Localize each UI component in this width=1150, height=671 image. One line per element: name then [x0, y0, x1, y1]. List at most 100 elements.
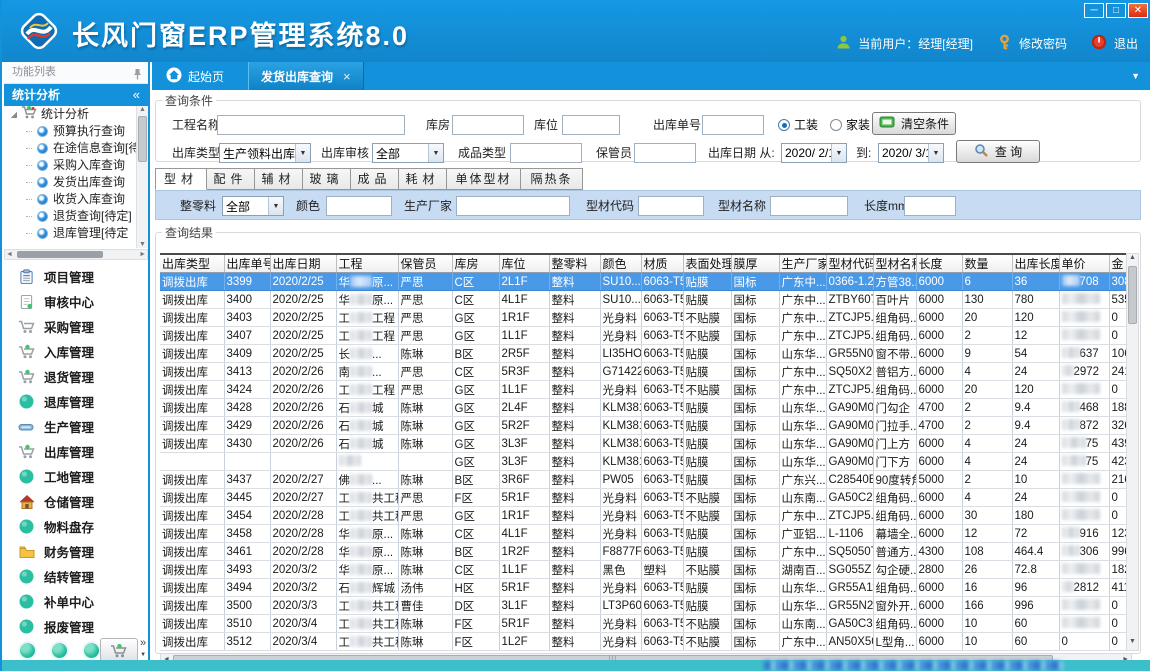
scroll-up-arrow[interactable] — [1127, 254, 1138, 265]
column-header[interactable]: 型材名称 — [873, 254, 916, 273]
date-from-picker[interactable]: 2020/ 2/16 ▼ — [781, 143, 847, 163]
change-password-link[interactable]: 修改密码 — [1019, 35, 1067, 52]
stats-section-header[interactable]: 统计分析 « — [4, 84, 148, 106]
tree-item-2[interactable]: 在途信息查询[待 — [4, 140, 148, 157]
footer-dot-icon[interactable] — [52, 643, 67, 658]
tab-shipping-outbound-query[interactable]: 发货出库查询 × — [248, 62, 364, 90]
module-item-13[interactable]: 结转管理 — [4, 564, 148, 589]
column-header[interactable]: 库房 — [452, 254, 499, 273]
scroll-left-arrow[interactable] — [6, 251, 13, 258]
column-header[interactable]: 数量 — [962, 254, 1012, 273]
module-item-10[interactable]: 仓储管理 — [4, 489, 148, 514]
module-item-7[interactable]: 生产管理 — [4, 414, 148, 439]
warehouse-input[interactable] — [452, 115, 524, 135]
footer-cart-button[interactable] — [100, 638, 138, 662]
radio-industrial[interactable]: 工装 — [778, 115, 818, 135]
table-row[interactable]: 调拨出库34282020/2/26石城陈琳G区2L4F整料KLM38176063… — [160, 399, 1132, 417]
radio-home[interactable]: 家装 — [830, 115, 870, 135]
maximize-button[interactable]: □ — [1106, 3, 1126, 18]
module-item-4[interactable]: 入库管理 — [4, 339, 148, 364]
order-no-input[interactable] — [702, 115, 764, 135]
table-row[interactable]: 调拨出库34452020/2/27工共工程严思F区5R1F整料光身料6063-T… — [160, 489, 1132, 507]
column-header[interactable]: 出库类型 — [160, 254, 224, 273]
table-row[interactable]: 调拨出库34372020/2/27佛...陈琳B区3R6F整料PW056063-… — [160, 471, 1132, 489]
table-row[interactable]: 调拨出库34072020/2/25工工程严思G区1L1F整料光身料6063-T5… — [160, 327, 1132, 345]
footer-dot-icon[interactable] — [84, 643, 99, 658]
location-input[interactable] — [562, 115, 620, 135]
minimize-button[interactable]: ─ — [1084, 3, 1104, 18]
out-type-combo[interactable]: 生产领料出库 ▼ — [219, 143, 311, 163]
column-header[interactable]: 整零料 — [549, 254, 600, 273]
column-header[interactable]: 保管员 — [398, 254, 452, 273]
table-row[interactable]: 调拨出库33992020/2/25华原...严思C区2L1F整料SU10...6… — [160, 273, 1132, 291]
material-tab-4[interactable]: 玻璃 — [303, 168, 351, 190]
tab-list-dropdown-icon[interactable]: ▼ — [1131, 71, 1140, 81]
scrollbar-thumb[interactable] — [17, 251, 103, 258]
tab-home[interactable]: 起始页 — [154, 62, 236, 90]
table-row[interactable]: 调拨出库34002020/2/25华原...严思C区4L1F整料SU10...6… — [160, 291, 1132, 309]
module-item-9[interactable]: 工地管理 — [4, 464, 148, 489]
module-item-15[interactable]: 报废管理 — [4, 614, 148, 639]
table-row[interactable]: 调拨出库34292020/2/26石城陈琳G区5R2F整料KLM38176063… — [160, 417, 1132, 435]
scroll-down-arrow[interactable] — [137, 241, 148, 248]
module-item-5[interactable]: 退货管理 — [4, 364, 148, 389]
column-header[interactable]: 膜厚 — [731, 254, 779, 273]
material-tab-8[interactable]: 隔热条 — [521, 168, 583, 190]
scrollbar-thumb[interactable] — [138, 116, 147, 162]
table-row[interactable]: 调拨出库34092020/2/25长...陈琳B区2R5F整料LI35HO606… — [160, 345, 1132, 363]
scroll-right-arrow[interactable] — [139, 251, 146, 258]
whole-part-combo[interactable]: 全部 ▼ — [222, 196, 284, 216]
material-tab-7[interactable]: 单体型材 — [447, 168, 521, 190]
table-row[interactable]: 调拨出库34612020/2/28华原...陈琳B区1R2F整料F8877FT6… — [160, 543, 1132, 561]
table-row[interactable]: 调拨出库34542020/2/28工共工程严思G区1R1F整料光身料6063-T… — [160, 507, 1132, 525]
footer-dot-icon[interactable] — [20, 643, 35, 658]
expander-icon[interactable] — [10, 111, 17, 118]
table-row[interactable]: 调拨出库35002020/3/3工共工程曹佳D区3L1F整料LT3P606063… — [160, 597, 1132, 615]
tab-close-icon[interactable]: × — [343, 69, 351, 84]
table-row[interactable]: 调拨出库34582020/2/28华原...陈琳C区4L1F整料光身料6063-… — [160, 525, 1132, 543]
tree-item-6[interactable]: 退货查询[待定] — [4, 208, 148, 225]
project-name-input[interactable] — [217, 115, 405, 135]
scrollbar-thumb[interactable] — [1128, 266, 1137, 324]
column-header[interactable]: 颜色 — [600, 254, 641, 273]
tree-horizontal-scrollbar[interactable] — [4, 249, 148, 260]
keeper-input[interactable] — [634, 143, 696, 163]
module-item-2[interactable]: 审核中心 — [4, 289, 148, 314]
manufacturer-input[interactable] — [456, 196, 570, 216]
table-row[interactable]: 调拨出库35122020/3/4工共工程陈琳F区1L2F整料光身料6063-T5… — [160, 633, 1132, 651]
material-tab-1[interactable]: 型材 — [155, 168, 207, 190]
tree-item-4[interactable]: 发货出库查询 — [4, 174, 148, 191]
tree-item-7[interactable]: 退库管理[待定 — [4, 225, 148, 242]
date-to-picker[interactable]: 2020/ 3/16 ▼ — [878, 143, 944, 163]
table-row[interactable]: 调拨出库34242020/2/26工工程严思G区1L1F整料光身料6063-T5… — [160, 381, 1132, 399]
tree-item-3[interactable]: 采购入库查询 — [4, 157, 148, 174]
module-item-6[interactable]: 退库管理 — [4, 389, 148, 414]
profile-name-input[interactable] — [770, 196, 848, 216]
tree-item-1[interactable]: 预算执行查询 — [4, 123, 148, 140]
column-header[interactable]: 型材代码 — [826, 254, 873, 273]
column-header[interactable]: 出库长度 — [1012, 254, 1059, 273]
logout-link[interactable]: 退出 — [1114, 35, 1138, 52]
column-header[interactable]: 表面处理 — [683, 254, 731, 273]
column-header[interactable]: 出库单号 — [224, 254, 270, 273]
audit-combo[interactable]: 全部 ▼ — [372, 143, 444, 163]
column-header[interactable]: 出库日期 — [270, 254, 336, 273]
scroll-down-arrow[interactable] — [1127, 638, 1138, 649]
module-item-12[interactable]: 财务管理 — [4, 539, 148, 564]
table-row[interactable]: 调拨出库34302020/2/26石城陈琳G区3L3F整料KLM38176063… — [160, 435, 1132, 453]
column-header[interactable]: 生产厂家 — [779, 254, 826, 273]
tree-root[interactable]: 统计分析 — [4, 106, 148, 123]
overflow-chevron[interactable]: »▼ — [140, 638, 146, 660]
module-item-1[interactable]: 项目管理 — [4, 264, 148, 289]
column-header[interactable]: 库位 — [499, 254, 549, 273]
search-button[interactable]: 查 询 — [956, 140, 1040, 163]
column-header[interactable]: 单价 — [1059, 254, 1109, 273]
product-type-input[interactable] — [510, 143, 582, 163]
clear-conditions-button[interactable]: 清空条件 — [872, 112, 956, 135]
close-button[interactable]: ✕ — [1128, 3, 1148, 18]
table-row[interactable]: 调拨出库34942020/3/2石辉城汤伟H区5R1F整料光身料6063-T5贴… — [160, 579, 1132, 597]
table-row[interactable]: 调拨出库34132020/2/26南...严思C区5R3F整料G71422606… — [160, 363, 1132, 381]
color-input[interactable] — [326, 196, 392, 216]
module-item-3[interactable]: 采购管理 — [4, 314, 148, 339]
table-vertical-scrollbar[interactable] — [1126, 253, 1139, 651]
